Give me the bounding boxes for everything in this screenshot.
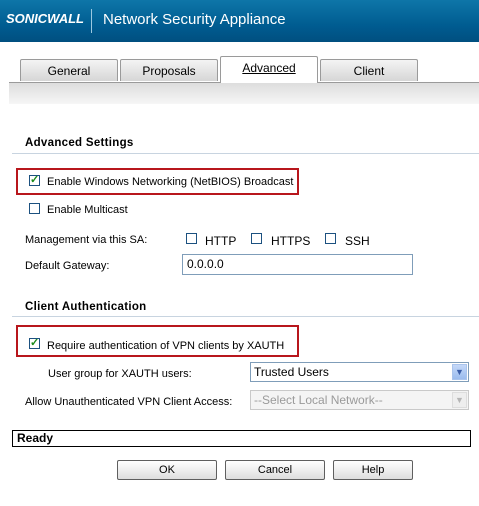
ok-button[interactable]: OK bbox=[117, 460, 217, 480]
netbios-label: Enable Windows Networking (NetBIOS) Broa… bbox=[47, 176, 294, 188]
http-checkbox[interactable] bbox=[186, 233, 197, 244]
app-title: Network Security Appliance bbox=[103, 11, 286, 28]
tab-proposals-label: Proposals bbox=[142, 64, 196, 78]
tab-client[interactable]: Client bbox=[320, 59, 418, 81]
http-label: HTTP bbox=[205, 234, 237, 248]
help-button[interactable]: Help bbox=[333, 460, 413, 480]
tab-client-label: Client bbox=[353, 64, 385, 78]
chevron-down-icon[interactable]: ▼ bbox=[452, 364, 467, 380]
xauth-label: Require authentication of VPN clients by… bbox=[47, 340, 285, 352]
multicast-checkbox[interactable] bbox=[29, 203, 40, 214]
xauth-checkbox[interactable] bbox=[29, 336, 40, 349]
advanced-settings-title: Advanced Settings bbox=[25, 137, 134, 149]
sonicwall-logo: SONICWALL bbox=[6, 11, 84, 26]
management-label: Management via this SA: bbox=[25, 234, 148, 246]
cancel-button[interactable]: Cancel bbox=[225, 460, 325, 480]
tab-proposals[interactable]: Proposals bbox=[120, 59, 218, 81]
default-gateway-input[interactable]: 0.0.0.0 bbox=[182, 254, 413, 275]
ssh-checkbox[interactable] bbox=[325, 233, 336, 244]
gateway-label: Default Gateway: bbox=[25, 260, 110, 272]
section-rule bbox=[12, 316, 479, 317]
user-group-label: User group for XAUTH users: bbox=[48, 368, 192, 380]
netbios-checkbox[interactable] bbox=[29, 173, 40, 186]
https-label: HTTPS bbox=[271, 234, 311, 248]
unauth-access-label: Allow Unauthenticated VPN Client Access: bbox=[25, 396, 233, 408]
status-bar: Ready bbox=[12, 430, 471, 447]
ssh-label: SSH bbox=[345, 234, 370, 248]
tab-advanced[interactable]: Advanced bbox=[220, 56, 318, 83]
https-checkbox[interactable] bbox=[251, 233, 262, 244]
tab-advanced-label: Advanced bbox=[242, 61, 296, 75]
chevron-down-icon: ▼ bbox=[452, 392, 467, 408]
tab-bar-band bbox=[9, 82, 479, 104]
unauth-access-value: --Select Local Network-- bbox=[254, 393, 383, 407]
user-group-value: Trusted Users bbox=[254, 365, 329, 379]
header-divider bbox=[91, 9, 92, 33]
multicast-label: Enable Multicast bbox=[47, 204, 128, 216]
section-rule bbox=[12, 153, 479, 154]
unauth-access-select[interactable]: --Select Local Network-- ▼ bbox=[250, 390, 469, 410]
user-group-select[interactable]: Trusted Users ▼ bbox=[250, 362, 469, 382]
client-auth-title: Client Authentication bbox=[25, 301, 147, 313]
status-text: Ready bbox=[17, 431, 54, 445]
tab-general-label: General bbox=[47, 64, 91, 78]
tab-general[interactable]: General bbox=[20, 59, 118, 81]
